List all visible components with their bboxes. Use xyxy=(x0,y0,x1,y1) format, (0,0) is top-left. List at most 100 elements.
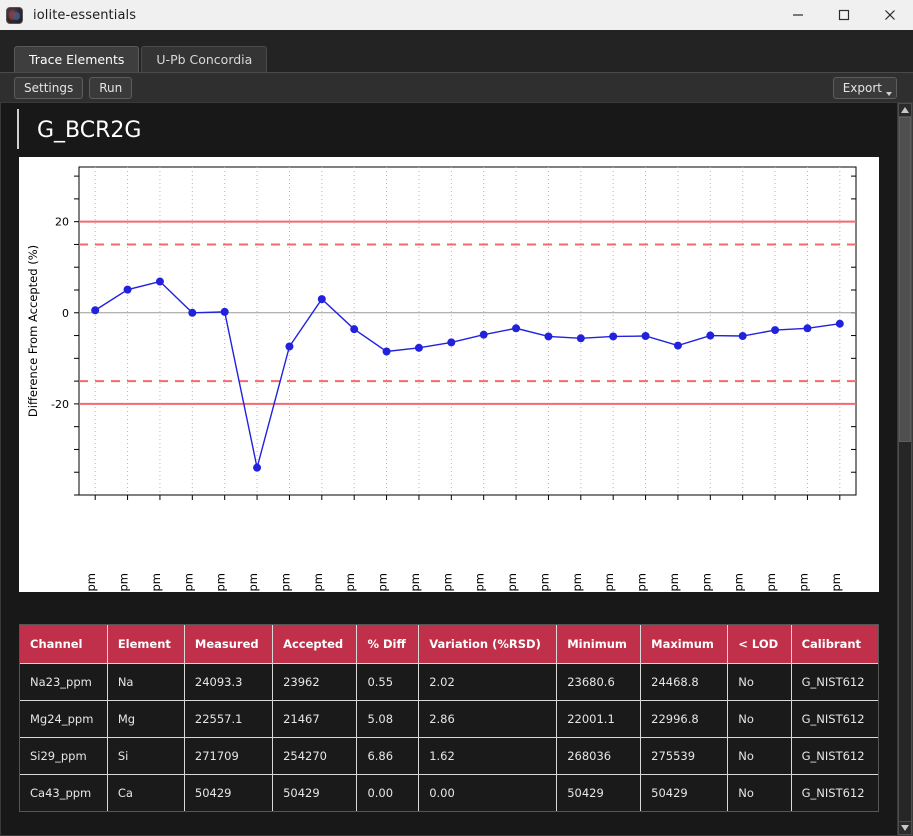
data-point[interactable] xyxy=(673,341,682,350)
data-point[interactable] xyxy=(188,308,197,317)
data-point[interactable] xyxy=(609,332,618,341)
x-axis-label: Th232_ppm xyxy=(796,573,810,592)
export-button[interactable]: Export xyxy=(832,76,897,99)
results-table-wrapper: Channel Element Measured Accepted % Diff… xyxy=(19,624,879,813)
chevron-down-icon xyxy=(886,91,892,96)
x-axis-label: Pb208_ppm xyxy=(764,573,778,592)
data-point[interactable] xyxy=(91,306,100,315)
svg-text:20: 20 xyxy=(55,216,69,229)
col-pct-diff[interactable]: % Diff xyxy=(356,625,420,664)
cell-measured: 271709 xyxy=(184,737,274,775)
data-point[interactable] xyxy=(803,324,812,333)
difference-from-accepted-chart: 0 20 -20 Na23_ppm Mg24_ppm Si29_ppm Ca43_ppm Ti… xyxy=(19,157,870,593)
run-button-label: Run xyxy=(99,80,123,95)
minimize-icon[interactable] xyxy=(775,0,821,30)
data-point[interactable] xyxy=(771,326,780,335)
col-calibrant[interactable]: Calibrant xyxy=(791,625,878,664)
col-lod[interactable]: < LOD xyxy=(727,625,792,664)
x-axis-label: Y89_ppm xyxy=(376,573,390,592)
scroll-content: G_BCR2G 020-20Na23_ppmMg24_ppmSi29_ppmCa… xyxy=(1,103,897,835)
cell-calibrant: G_NIST612 xyxy=(791,737,878,775)
table-body: Na23_ppm Na 24093.3 23962 0.55 2.02 23680.6 244… xyxy=(20,663,878,812)
cell-accepted: 21467 xyxy=(272,700,358,738)
close-icon[interactable] xyxy=(867,0,913,30)
data-point[interactable] xyxy=(835,319,844,328)
cell-minimum: 22001.1 xyxy=(556,700,642,738)
x-axis-label: Si29_ppm xyxy=(149,573,163,592)
x-axis-label: Ce140_ppm xyxy=(537,573,551,592)
table-row[interactable]: Si29_ppm Si 271709 254270 6.86 1.62 268036 2755… xyxy=(20,737,878,775)
data-point[interactable] xyxy=(706,331,715,340)
data-point[interactable] xyxy=(479,330,488,339)
data-point[interactable] xyxy=(350,325,359,334)
cell-element: Mg xyxy=(107,700,185,738)
data-point[interactable] xyxy=(155,277,164,286)
data-point[interactable] xyxy=(220,308,229,317)
table-row[interactable]: Mg24_ppm Mg 22557.1 21467 5.08 2.86 22001.1 229… xyxy=(20,700,878,738)
col-measured[interactable]: Measured xyxy=(184,625,274,664)
run-button[interactable]: Run xyxy=(89,76,133,99)
x-axis-label: Pr141_ppm xyxy=(570,573,584,592)
col-accepted[interactable]: Accepted xyxy=(272,625,358,664)
col-maximum[interactable]: Maximum xyxy=(640,625,729,664)
cell-minimum: 268036 xyxy=(556,737,642,775)
results-table: Channel Element Measured Accepted % Diff… xyxy=(20,625,878,812)
cell-calibrant: G_NIST612 xyxy=(791,663,878,701)
cell-measured: 24093.3 xyxy=(184,663,274,701)
data-point[interactable] xyxy=(253,463,262,472)
app-icon xyxy=(6,6,23,24)
cell-pct_diff: 0.55 xyxy=(356,663,420,701)
cell-accepted: 23962 xyxy=(272,663,358,701)
cell-minimum: 50429 xyxy=(556,774,642,812)
cell-calibrant: G_NIST612 xyxy=(791,700,878,738)
cell-lod: No xyxy=(727,663,792,701)
maximize-icon[interactable] xyxy=(821,0,867,30)
x-axis-label: La139_ppm xyxy=(505,573,519,592)
cell-measured: 50429 xyxy=(184,774,274,812)
cell-pct_diff: 5.08 xyxy=(356,700,420,738)
table-row[interactable]: Ca43_ppm Ca 50429 50429 0.00 0.00 50429 50429 No… xyxy=(20,774,878,812)
settings-button[interactable]: Settings xyxy=(14,76,84,99)
tab-trace-elements-label: Trace Elements xyxy=(29,52,125,67)
data-point[interactable] xyxy=(576,334,585,343)
scrollbar-track[interactable] xyxy=(898,117,912,821)
cell-variation: 2.02 xyxy=(418,663,558,701)
y-axis-title: Difference From Accepted (%) xyxy=(26,245,40,417)
scrollbar-thumb[interactable] xyxy=(899,117,911,442)
scroll-down-icon[interactable] xyxy=(898,821,912,835)
x-axis-label: Lu175_ppm xyxy=(732,573,746,592)
cell-maximum: 24468.8 xyxy=(640,663,729,701)
cell-maximum: 22996.8 xyxy=(640,700,729,738)
x-axis-label: Sr88_ppm xyxy=(343,573,357,592)
data-point[interactable] xyxy=(447,338,456,347)
scroll-up-icon[interactable] xyxy=(898,103,912,117)
col-variation[interactable]: Variation (%RSD) xyxy=(418,625,558,664)
tab-trace-elements[interactable]: Trace Elements xyxy=(14,46,140,72)
cell-variation: 1.62 xyxy=(418,737,558,775)
data-point[interactable] xyxy=(738,332,747,341)
data-point[interactable] xyxy=(414,344,423,353)
col-minimum[interactable]: Minimum xyxy=(556,625,642,664)
cell-channel: Ca43_ppm xyxy=(20,774,108,812)
chart-panel: 0 20 -20 Na23_ppm Mg24_ppm Si29_ppm Ca43_ppm Ti… xyxy=(19,157,879,593)
data-point[interactable] xyxy=(123,285,132,294)
data-point[interactable] xyxy=(641,332,650,341)
cell-pct_diff: 0.00 xyxy=(356,774,420,812)
tab-upb-concordia[interactable]: U-Pb Concordia xyxy=(141,46,268,72)
page-title: G_BCR2G xyxy=(17,109,897,150)
cell-lod: No xyxy=(727,774,792,812)
cell-accepted: 50429 xyxy=(272,774,358,812)
data-point[interactable] xyxy=(317,295,326,304)
toolbar: Settings Run Export xyxy=(0,72,913,102)
col-channel[interactable]: Channel xyxy=(20,625,108,664)
col-element[interactable]: Element xyxy=(107,625,185,664)
vertical-scrollbar[interactable] xyxy=(897,103,912,835)
data-point[interactable] xyxy=(382,347,391,356)
data-point[interactable] xyxy=(512,324,521,333)
cell-element: Si xyxy=(107,737,185,775)
cell-variation: 2.86 xyxy=(418,700,558,738)
data-point[interactable] xyxy=(285,342,294,351)
app-window: iolite-essentials Trace Elements U-Pb Co… xyxy=(0,0,913,836)
data-point[interactable] xyxy=(544,332,553,341)
table-row[interactable]: Na23_ppm Na 24093.3 23962 0.55 2.02 23680.6 244… xyxy=(20,663,878,701)
